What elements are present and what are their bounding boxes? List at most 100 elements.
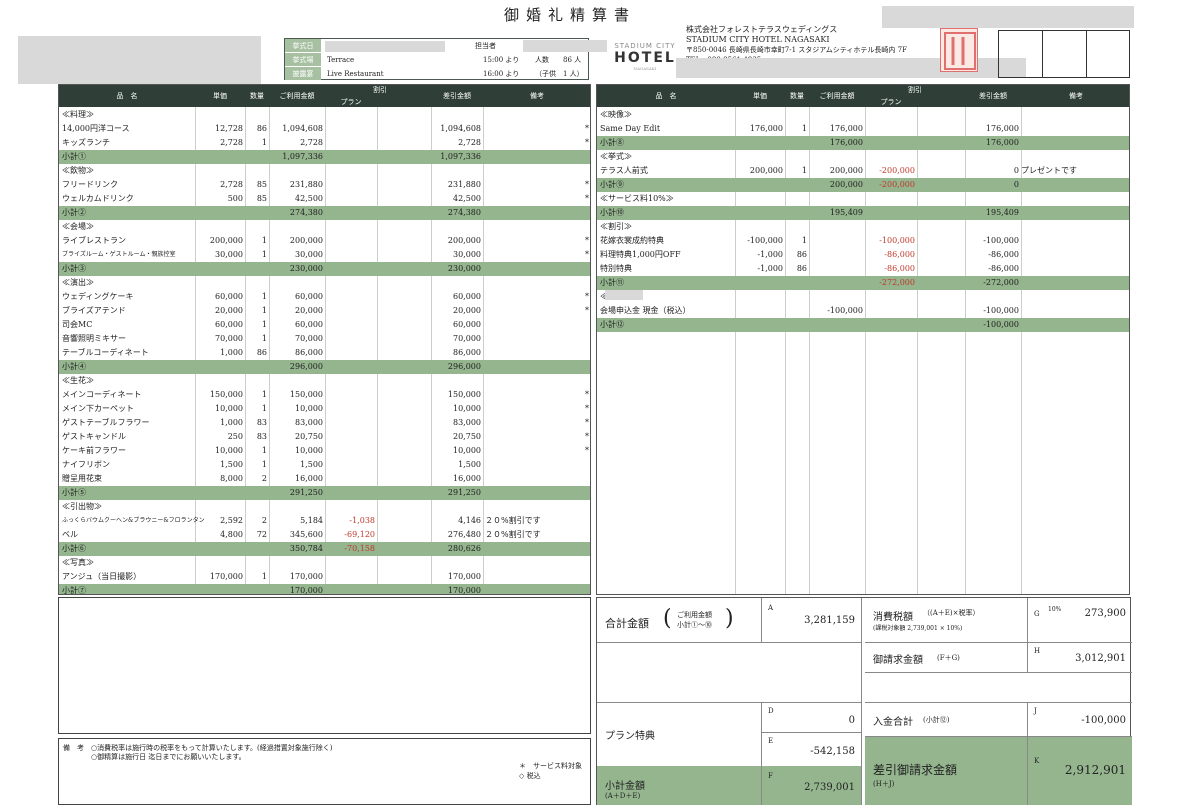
logo-main-text: HOTEL [614, 50, 676, 66]
table-row: ≪飲物≫ [59, 164, 590, 178]
item-name: 小計③ [62, 264, 86, 273]
plan-discount: -86,000 [884, 264, 915, 273]
net-amount: 170,000 [447, 572, 481, 581]
plan-discount: -1,038 [349, 516, 375, 525]
logo-top-text: STADIUM CITY [614, 42, 676, 50]
item-name: アンジュ（当日撮影） [62, 572, 142, 581]
usage-amount: 200,000 [829, 180, 863, 189]
table-row: ≪演出≫ [59, 276, 590, 290]
col-usage-amount-r: ご利用金額 [819, 92, 855, 100]
cell-K: K 2,912,901 [1028, 737, 1132, 805]
usage-amount: 200,000 [289, 236, 323, 245]
usage-amount: 42,500 [295, 194, 323, 203]
logo-sub-text: NAGASAKI [633, 66, 657, 71]
plan-discount: -200,000 [879, 166, 915, 175]
col-quantity-r: 数量 [790, 92, 804, 100]
child-count: （子供 1 人） [535, 70, 584, 78]
redacted-tantou [523, 40, 607, 52]
mark: * [585, 390, 589, 399]
remark: プレゼントです [1021, 166, 1077, 175]
unit-price: 1,500 [220, 460, 243, 469]
quantity: 1 [801, 166, 807, 175]
subtotal-row: 小計⑥ 350,784 -70,158 280,626 [59, 542, 590, 556]
item-name: 会場申込金 現金（税込） [600, 306, 691, 315]
quantity: 1 [261, 292, 267, 301]
usage-amount: 70,000 [295, 334, 323, 343]
unit-price: 1,000 [220, 418, 243, 427]
item-name: 小計① [62, 152, 86, 161]
item-name: ふっくらバウムクーヘン&ブラウニー&フロランタン [62, 517, 205, 524]
quantity: 1 [261, 390, 267, 399]
col-discount-r: 割引 [908, 86, 922, 94]
usage-amount: 170,000 [289, 586, 323, 595]
net-amount: 230,000 [447, 264, 481, 273]
item-name: ≪割引≫ [600, 222, 632, 231]
quantity: 86 [796, 250, 807, 259]
unit-price: 70,000 [215, 334, 243, 343]
usage-amount: 20,000 [295, 306, 323, 315]
letter-G: G [1034, 610, 1040, 618]
usage-amount: 176,000 [829, 138, 863, 147]
quantity: 2 [261, 516, 267, 525]
quantity: 1 [261, 320, 267, 329]
cell-D: D 0 [762, 703, 862, 733]
table-row: ゲストキャンドル 250 83 20,750 20,750 * [59, 430, 590, 444]
label-reception: 披露宴 [285, 67, 321, 81]
net-amount: 20,750 [453, 432, 481, 441]
net-amount: 176,000 [985, 138, 1019, 147]
table-row: 14,000円洋コース 12,728 86 1,094,608 1,094,608 * [59, 122, 590, 136]
unit-price: 2,592 [220, 516, 243, 525]
table-row: Same Day Edit 176,000 1 176,000 176,000 [597, 122, 1129, 136]
item-name: ゲストテーブルフラワー [62, 418, 150, 427]
col-remarks-r: 備考 [1069, 92, 1083, 100]
table-row: 料理特典1,000円OFF -1,000 86 -86,000 -86,000 [597, 248, 1129, 262]
plan-benefit-label: プラン特典 [605, 731, 655, 742]
usage-amount: 1,500 [300, 460, 323, 469]
company-address: 〒850-0046 長崎県長崎市幸町7-1 スタジアムシティホテル長崎内 7F [686, 46, 907, 54]
item-name: ≪写真≫ [62, 558, 94, 567]
subtotal-row: 小計⑤ 291,250 291,250 [59, 486, 590, 500]
value-H: 3,012,901 [1075, 653, 1126, 664]
tax-formula: （(A＋E)×税率） [923, 609, 980, 617]
item-name: 小計② [62, 208, 86, 217]
quantity: 1 [261, 306, 267, 315]
usage-amount: 16,000 [295, 474, 323, 483]
letter-E: E [768, 737, 774, 745]
net-amount: 10,000 [453, 404, 481, 413]
redacted-date [325, 41, 445, 52]
table-row: アンジュ（当日撮影） 170,000 1 170,000 170,000 [59, 570, 590, 584]
unit-price: 176,000 [749, 124, 783, 133]
net-amount: 60,000 [453, 320, 481, 329]
item-name: 特別特典 [600, 264, 632, 273]
subtotal-label: 小計金額 [605, 781, 645, 792]
item-name: 14,000円洋コース [62, 124, 130, 133]
letter-K: K [1034, 757, 1040, 765]
table-row: 贈呈用花束 8,000 2 16,000 16,000 [59, 472, 590, 486]
totals-area: 合計金額 ( ご利用金額 小計①～⑩ ) A 3,281,159 プラン特典 D… [596, 597, 1132, 805]
unit-price: 30,000 [215, 250, 243, 259]
left-item-table: 品 名 単価 数量 ご利用金額 割引 プラン 差引金額 備考 ≪料理≫ 14,00… [58, 84, 591, 595]
value-G: 273,900 [1084, 608, 1126, 619]
item-name: 小計⑫ [600, 320, 624, 329]
net-amount: 0 [1013, 166, 1019, 175]
item-name: Same Day Edit [600, 124, 661, 133]
table-row: 花嫁衣裳成約特典 -100,000 1 -100,000 -100,000 [597, 234, 1129, 248]
table-row: フリードリンク 2,728 85 231,880 231,880 * [59, 178, 590, 192]
unit-price: -1,000 [757, 264, 783, 273]
usage-amount: 296,000 [289, 362, 323, 371]
notes-line-2: ○御精算は施行日 迄日までにお願いいたします。 [91, 753, 246, 761]
total-amount-note2: 小計①～⑩ [677, 621, 712, 629]
item-name: 音響照明ミキサー [62, 334, 126, 343]
table-row: 特別特典 -1,000 86 -86,000 -86,000 [597, 262, 1129, 276]
item-name: 小計⑤ [62, 488, 86, 497]
net-amount: 60,000 [453, 292, 481, 301]
net-amount: 10,000 [453, 446, 481, 455]
company-name: 株式会社フォレストテラスウェディングス [686, 25, 838, 34]
mark: * [585, 404, 589, 413]
usage-amount: 86,000 [295, 348, 323, 357]
net-amount: 83,000 [453, 418, 481, 427]
col-item-name: 品 名 [116, 92, 138, 100]
left-table-header: 品 名 単価 数量 ご利用金額 割引 プラン 差引金額 備考 [59, 85, 590, 107]
seal-icon [944, 32, 976, 70]
net-amount: 1,500 [458, 460, 481, 469]
